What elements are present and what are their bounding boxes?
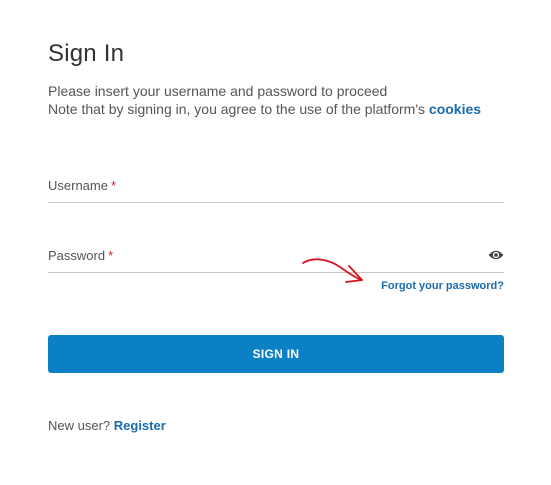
password-field[interactable]: Password * (48, 242, 504, 273)
cookies-notice-text: Note that by signing in, you agree to th… (48, 101, 426, 117)
annotation-arrow (302, 258, 363, 283)
register-link[interactable]: Register (114, 418, 166, 433)
sign-in-button[interactable]: SIGN IN (48, 335, 504, 373)
sign-in-page: Sign In Please insert your username and … (0, 0, 551, 485)
cookies-link[interactable]: cookies (429, 101, 481, 117)
username-field[interactable]: Username * (48, 172, 504, 203)
forgot-password-link[interactable]: Forgot your password? (381, 280, 504, 292)
username-input[interactable] (48, 172, 504, 202)
instructions-line-1: Please insert your username and password… (48, 83, 388, 99)
new-user-text: New user? (48, 418, 111, 433)
sign-in-instructions: Please insert your username and password… (48, 82, 481, 118)
page-title: Sign In (48, 40, 125, 67)
instructions-line-2: Note that by signing in, you agree to th… (48, 100, 481, 118)
password-input[interactable] (48, 242, 504, 272)
new-user-prompt: New user? Register (48, 418, 166, 433)
eye-icon[interactable] (488, 248, 504, 262)
